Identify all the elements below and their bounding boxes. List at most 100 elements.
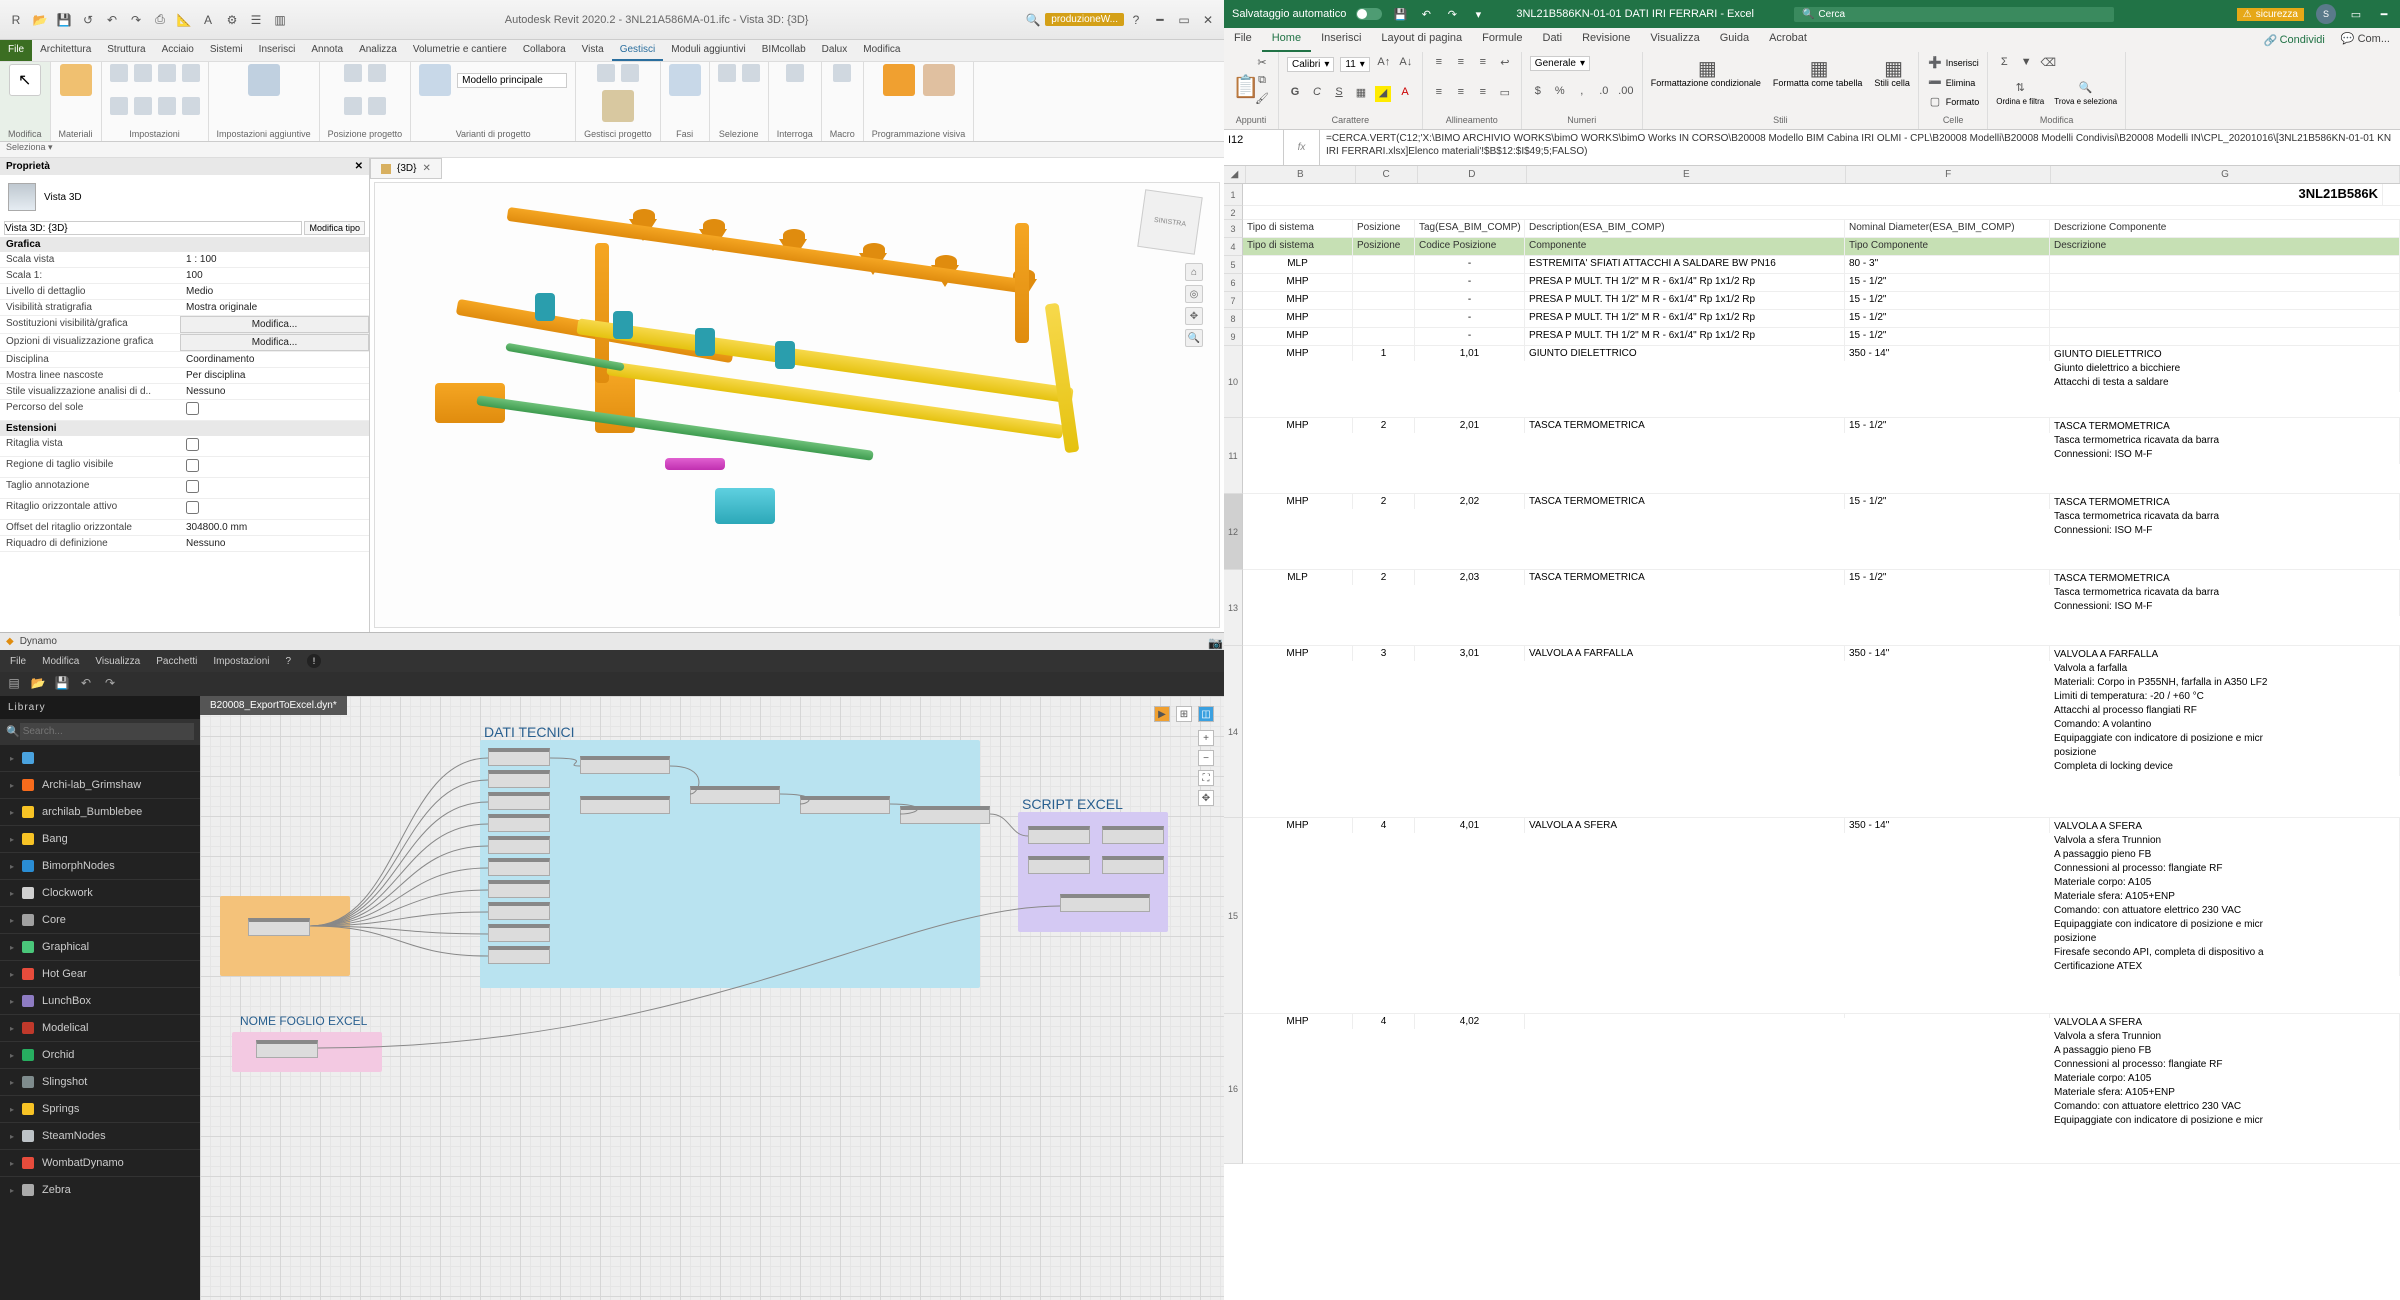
border-icon[interactable]: ▦ [1353, 86, 1369, 102]
insert-cells-icon[interactable]: ➕ [1927, 56, 1943, 72]
dyn-modifica[interactable]: Modifica [42, 656, 79, 667]
autosum-icon[interactable]: Σ [1996, 56, 2012, 72]
qat-a-icon[interactable]: A [198, 10, 218, 30]
dyn-pacchetti[interactable]: Pacchetti [156, 656, 197, 667]
node[interactable] [580, 756, 670, 774]
node[interactable] [488, 814, 550, 832]
lib-item[interactable]: ▸Hot Gear [0, 960, 200, 987]
tab-volumetrie[interactable]: Volumetrie e cantiere [405, 40, 515, 61]
grow-font-icon[interactable]: A↑ [1376, 56, 1392, 72]
fill-icon[interactable]: ◢ [1375, 86, 1391, 102]
lib-item[interactable]: ▸Bang [0, 825, 200, 852]
font-size[interactable]: 11 ▾ [1340, 57, 1369, 72]
property-row[interactable]: Mostra linee nascostePer disciplina [0, 368, 369, 384]
node[interactable] [1102, 856, 1164, 874]
open2-icon[interactable]: 📂 [30, 676, 46, 692]
open-icon[interactable]: 📂 [30, 10, 50, 30]
3d-viewport[interactable]: {3D}✕ [370, 158, 1224, 632]
print-icon[interactable]: ⎙ [150, 10, 170, 30]
home-icon[interactable]: ⌂ [1185, 263, 1203, 281]
wrap-icon[interactable]: ↩ [1497, 56, 1513, 72]
excel-redo-icon[interactable]: ↷ [1444, 6, 1460, 22]
property-row[interactable]: Visibilità stratigrafiaMostra originale [0, 300, 369, 316]
group-input[interactable] [220, 896, 350, 976]
node[interactable] [690, 786, 780, 804]
cut-icon[interactable]: ✂ [1254, 56, 1270, 72]
select-all[interactable]: ◢ [1224, 166, 1246, 183]
bold-icon[interactable]: G [1287, 86, 1303, 102]
lib-item[interactable]: ▸archilab_Bumblebee [0, 798, 200, 825]
property-row[interactable]: Taglio annotazione [0, 478, 369, 499]
property-row[interactable]: Percorso del sole [0, 400, 369, 421]
node[interactable] [488, 880, 550, 898]
name-box[interactable]: I12 [1224, 130, 1284, 165]
table-row[interactable]: MLP22,03TASCA TERMOMETRICA15 - 1/2"TASCA… [1243, 570, 2400, 646]
dynamo-canvas[interactable]: B20008_ExportToExcel.dyn* DATI TECNICI S… [200, 696, 1224, 1300]
lib-item[interactable]: ▸LunchBox [0, 987, 200, 1014]
excel-save-icon[interactable]: 💾 [1392, 6, 1408, 22]
etab-layout[interactable]: Layout di pagina [1371, 28, 1472, 52]
property-row[interactable]: DisciplinaCoordinamento [0, 352, 369, 368]
tab-bimcollab[interactable]: BIMcollab [754, 40, 814, 61]
lib-item[interactable]: ▸ [0, 744, 200, 771]
tab-architettura[interactable]: Architettura [32, 40, 99, 61]
zoom-in-icon[interactable]: + [1198, 730, 1214, 746]
node[interactable] [1028, 856, 1090, 874]
font-name[interactable]: Calibri ▾ [1287, 57, 1334, 72]
fasi-label[interactable]: Fasi [676, 129, 693, 139]
tab-annota[interactable]: Annota [303, 40, 351, 61]
row-headers[interactable]: 12345678910111213141516 [1224, 184, 1243, 1164]
fit-icon[interactable]: ⛶ [1198, 770, 1214, 786]
zoom-out-icon[interactable]: − [1198, 750, 1214, 766]
node[interactable] [488, 902, 550, 920]
property-row[interactable]: Scala vista1 : 100 [0, 252, 369, 268]
table-row[interactable]: MHP22,02TASCA TERMOMETRICA15 - 1/2"TASCA… [1243, 494, 2400, 570]
view-tab-close-icon[interactable]: ✕ [422, 163, 430, 174]
paste-icon[interactable]: 📋 [1232, 74, 1248, 90]
node[interactable] [488, 770, 550, 788]
merge-icon[interactable]: ▭ [1497, 86, 1513, 102]
cell-styles-icon[interactable]: ▦ [1884, 56, 1900, 72]
etab-revisione[interactable]: Revisione [1572, 28, 1640, 52]
qat-c-icon[interactable]: ☰ [246, 10, 266, 30]
tab-vista[interactable]: Vista [574, 40, 612, 61]
excel-undo-icon[interactable]: ↶ [1418, 6, 1434, 22]
etab-acrobat[interactable]: Acrobat [1759, 28, 1817, 52]
node[interactable] [900, 806, 990, 824]
lib-item[interactable]: ▸Clockwork [0, 879, 200, 906]
table-row[interactable]: MHP33,01VALVOLA A FARFALLA350 - 14"VALVO… [1243, 646, 2400, 818]
brush-icon[interactable]: 🖌 [1254, 92, 1270, 108]
security-warning[interactable]: ⚠ sicurezza [2237, 8, 2304, 21]
property-row[interactable]: Ritaglio orizzontale attivo [0, 499, 369, 520]
node[interactable] [580, 796, 670, 814]
column-headers[interactable]: ◢ BCDEFG [1224, 166, 2400, 184]
qat-b-icon[interactable]: ⚙ [222, 10, 242, 30]
currency-icon[interactable]: $ [1530, 85, 1546, 101]
tab-moduli[interactable]: Moduli aggiuntivi [663, 40, 754, 61]
underline-icon[interactable]: S [1331, 86, 1347, 102]
table-row[interactable]: MLP-ESTREMITA' SFIATI ATTACCHI A SALDARE… [1243, 256, 2400, 274]
shrink-font-icon[interactable]: A↓ [1398, 56, 1414, 72]
node[interactable] [488, 858, 550, 876]
selection-bar[interactable]: Seleziona ▾ [0, 142, 1224, 158]
lib-item[interactable]: ▸Modelical [0, 1014, 200, 1041]
node[interactable] [1060, 894, 1150, 912]
lib-search-input[interactable] [20, 723, 194, 740]
redo2-icon[interactable]: ↷ [102, 676, 118, 692]
modifica-label[interactable]: Modifica [8, 129, 42, 139]
close-icon[interactable]: ✕ [1198, 10, 1218, 30]
sort-icon[interactable]: ⇅ [2012, 81, 2028, 97]
tab-inserisci[interactable]: Inserisci [251, 40, 304, 61]
fill-down-icon[interactable]: ▼ [2018, 56, 2034, 72]
save-icon[interactable]: 💾 [54, 10, 74, 30]
dyn-impost[interactable]: Impostazioni [213, 656, 269, 667]
orbit-icon[interactable]: ◎ [1185, 285, 1203, 303]
table-header-row[interactable]: Tipo di sistemaPosizioneCodice Posizione… [1243, 238, 2400, 256]
lib-item[interactable]: ▸Slingshot [0, 1068, 200, 1095]
user-avatar[interactable]: S [2316, 4, 2336, 24]
file-tab[interactable]: File [0, 40, 32, 61]
node[interactable] [488, 792, 550, 810]
table-row[interactable]: MHP44,01VALVOLA A SFERA350 - 14"VALVOLA … [1243, 818, 2400, 1014]
sync-icon[interactable]: ↺ [78, 10, 98, 30]
node[interactable] [1028, 826, 1090, 844]
